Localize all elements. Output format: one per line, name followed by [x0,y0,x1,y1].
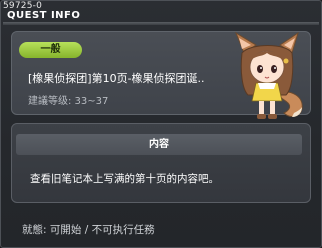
quest-category-badge: 一般 [19,42,82,58]
title-divider [3,22,319,25]
quest-name: [橡果侦探团]第10页-橡果侦探团诞.. [28,72,205,85]
quest-detail-header: 内容 [16,134,302,155]
fox-eared-girl-npc-icon [234,31,303,119]
quest-info-window: 59725-0 QUEST INFO 一般 [橡果侦探团]第10页-橡果侦探团诞… [0,0,322,248]
quest-level-range: 建議等级: 33~37 [28,96,109,107]
window-title: QUEST INFO [7,10,81,21]
quest-status: 就態: 可開始 / 不可执行任務 [22,224,155,236]
quest-detail-text: 查看旧笔记本上写满的第十页的内容吧。 [30,173,219,185]
